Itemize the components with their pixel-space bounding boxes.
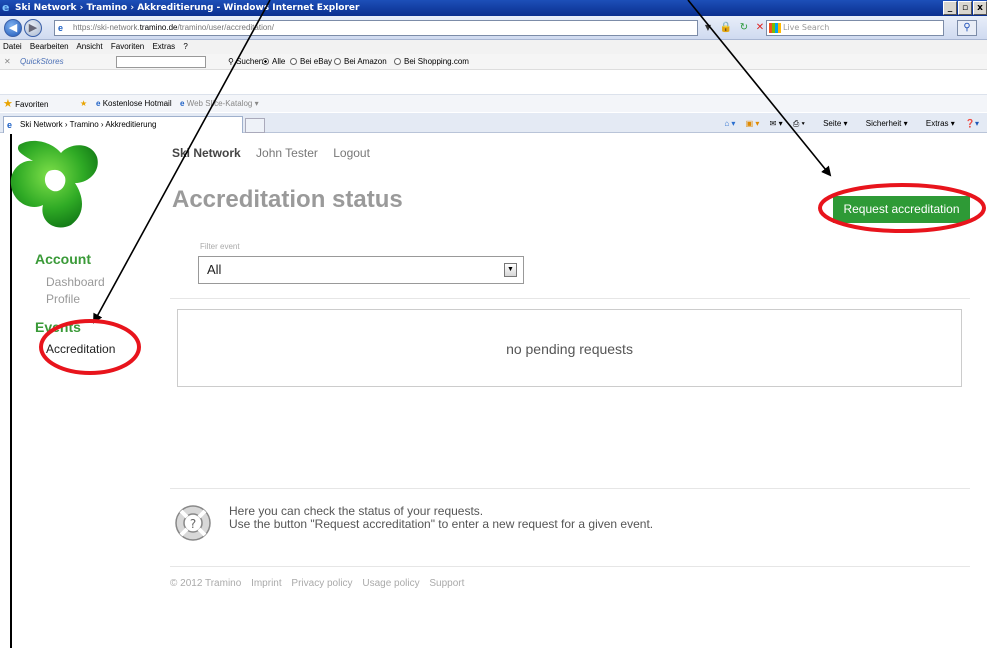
sidebar-heading-events: Events <box>35 319 81 335</box>
tab-title: Ski Network › Tramino › Akkreditierung <box>20 120 157 129</box>
filter-label: Filter event <box>200 242 240 251</box>
back-button[interactable]: ◀ <box>4 19 22 37</box>
lock-icon[interactable]: 🔒 <box>718 20 734 36</box>
quickstores-search-button[interactable]: ⚲ Suchen <box>228 54 263 70</box>
footer-link-imprint[interactable]: Imprint <box>251 578 282 589</box>
radio-ebay-label: Bei eBay <box>300 57 333 66</box>
radio-shopping-label: Bei Shopping.com <box>404 57 469 66</box>
star-icon: ★ <box>3 98 13 110</box>
help-menu-icon[interactable]: ❓▾ <box>965 119 979 128</box>
footer: © 2012 Tramino Imprint Privacy policy Us… <box>170 578 471 589</box>
live-search-placeholder: Live Search <box>783 23 830 32</box>
favorites-bar: ★ Favoriten ★ e Kostenlose Hotmail e Web… <box>0 94 987 112</box>
radio-shopping[interactable]: Bei Shopping.com <box>394 54 469 70</box>
tramino-logo[interactable] <box>9 137 101 231</box>
window-titlebar: e Ski Network › Tramino › Akkreditierung… <box>0 0 987 16</box>
minimize-button[interactable]: _ <box>943 1 957 15</box>
radio-ebay[interactable]: Bei eBay <box>290 54 332 70</box>
divider <box>170 566 970 567</box>
tab-current[interactable]: e Ski Network › Tramino › Akkreditierung <box>3 116 243 133</box>
add-favorite-icon[interactable]: ★ <box>80 95 87 113</box>
radio-amazon-label: Bei Amazon <box>344 57 387 66</box>
footer-link-usage[interactable]: Usage policy <box>362 578 419 589</box>
address-field[interactable]: e https://ski-network.tramino.de/tramino… <box>54 20 698 36</box>
quickstores-label[interactable]: QuickStores <box>20 54 64 70</box>
refresh-icon[interactable]: ↻ <box>736 20 752 36</box>
close-button[interactable]: x <box>973 1 987 15</box>
top-nav: Ski Network John Tester Logout <box>172 146 382 160</box>
menu-view[interactable]: Ansicht <box>76 42 102 51</box>
command-page[interactable]: Seite ▾ <box>815 119 847 128</box>
menu-edit[interactable]: Bearbeiten <box>30 42 69 51</box>
menu-favorites[interactable]: Favoriten <box>111 42 144 51</box>
address-bar: ◀ ▶ e https://ski-network.tramino.de/tra… <box>0 16 987 40</box>
command-tools[interactable]: Extras ▾ <box>918 119 955 128</box>
sidebar-heading-account: Account <box>35 251 91 267</box>
divider <box>170 298 970 299</box>
page-icon: e <box>58 23 64 33</box>
favorites-label: Favoriten <box>15 100 49 109</box>
sidebar-item-accreditation[interactable]: Accreditation <box>46 342 115 356</box>
url-domain: tramino.de <box>139 23 178 32</box>
logout-link[interactable]: Logout <box>333 146 370 160</box>
maximize-button[interactable]: ▫ <box>958 1 972 15</box>
requests-panel: no pending requests <box>177 309 962 387</box>
command-safety-label: Sicherheit <box>865 119 902 128</box>
print-icon[interactable]: ⎙ ▾ <box>793 119 805 128</box>
window-title: Ski Network › Tramino › Akkreditierung -… <box>15 3 360 13</box>
sidebar-item-profile[interactable]: Profile <box>46 292 80 306</box>
command-bar: ⌂ ▾ ▣ ▾ ✉ ▾ ⎙ ▾ Seite ▾ Sicherheit ▾ Ext… <box>716 116 979 132</box>
quickstores-search-input[interactable] <box>116 56 206 68</box>
url-prefix: https://ski-network. <box>73 23 140 32</box>
mail-icon[interactable]: ✉ ▾ <box>770 119 783 128</box>
radio-alle-label: Alle <box>272 57 286 66</box>
divider <box>170 488 970 489</box>
chevron-down-icon[interactable]: ▼ <box>504 263 517 277</box>
toolbar-close-icon[interactable]: ✕ <box>4 54 11 70</box>
empty-message: no pending requests <box>506 341 633 357</box>
radio-amazon[interactable]: Bei Amazon <box>334 54 387 70</box>
forward-button[interactable]: ▶ <box>24 19 42 37</box>
tab-strip: e Ski Network › Tramino › Akkreditierung… <box>0 113 987 133</box>
ie-icon: e <box>2 1 10 14</box>
filter-event-select[interactable]: All ▼ <box>198 256 524 284</box>
search-icon[interactable]: ⚲ <box>957 20 977 36</box>
radio-alle[interactable]: Alle <box>262 54 285 70</box>
favorites-link-hotmail[interactable]: e Kostenlose Hotmail <box>96 95 172 113</box>
menu-tools[interactable]: Extras <box>152 42 175 51</box>
footer-link-support[interactable]: Support <box>429 578 464 589</box>
command-safety[interactable]: Sicherheit ▾ <box>858 119 908 128</box>
sidebar-item-dashboard[interactable]: Dashboard <box>46 275 105 289</box>
request-accreditation-button[interactable]: Request accreditation <box>833 196 970 223</box>
quickstores-toolbar: ✕ QuickStores ⚲ Suchen Alle Bei eBay Bei… <box>0 54 987 70</box>
hotmail-label: Kostenlose Hotmail <box>102 99 172 108</box>
favorites-link-webslice[interactable]: e Web Slice-Katalog ▾ <box>180 95 259 113</box>
lifebuoy-help-icon: ? <box>175 505 211 541</box>
help-text: Here you can check the status of your re… <box>229 505 653 531</box>
command-page-label: Seite <box>823 119 842 128</box>
footer-copyright: © 2012 Tramino <box>170 578 242 589</box>
tab-page-icon: e <box>7 120 13 130</box>
menu-help[interactable]: ? <box>183 42 187 51</box>
feeds-icon[interactable]: ▣ ▾ <box>746 119 760 128</box>
url-path: /tramino/user/accreditation/ <box>177 23 274 32</box>
help-line-2: Use the button "Request accreditation" t… <box>229 517 654 531</box>
quickstores-search-label: Suchen <box>236 57 264 66</box>
command-tools-label: Extras <box>925 119 949 128</box>
home-icon[interactable]: ⌂ ▾ <box>724 119 735 128</box>
menu-file[interactable]: Datei <box>3 42 22 51</box>
footer-link-privacy[interactable]: Privacy policy <box>291 578 352 589</box>
page-title: Accreditation status <box>172 186 403 213</box>
menu-bar: Datei Bearbeiten Ansicht Favoriten Extra… <box>0 40 987 54</box>
live-search-icon <box>769 23 781 33</box>
filter-value: All <box>207 262 222 277</box>
webslice-label: Web Slice-Katalog <box>186 99 253 108</box>
address-dropdown-icon[interactable]: ▼ <box>700 20 716 36</box>
user-link[interactable]: John Tester <box>256 146 318 160</box>
brand-link[interactable]: Ski Network <box>172 146 241 160</box>
favorites-button[interactable]: ★ Favoriten <box>3 95 48 114</box>
live-search-input[interactable]: Live Search <box>766 20 944 36</box>
svg-text:?: ? <box>190 517 196 531</box>
new-tab-button[interactable] <box>245 118 265 133</box>
